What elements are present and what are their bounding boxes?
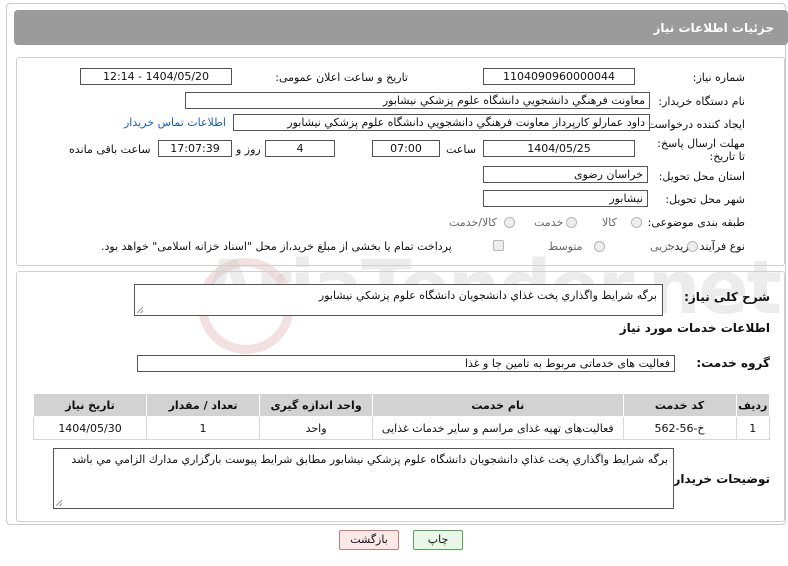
buyer-field[interactable]: معاونت فرهنگي دانشجويي دانشگاه علوم پزشك… — [185, 92, 650, 109]
col-service-code: کد خدمت — [622, 393, 737, 417]
summary-text: برگه شرايط واگذاري پخت غذاي دانشجويان دا… — [318, 289, 657, 302]
need-number-label: شماره نیاز: — [692, 71, 745, 84]
buyer-label: نام دستگاه خریدار: — [658, 95, 745, 108]
need-number-field[interactable]: 1104090960000044 — [483, 68, 635, 85]
deadline-time-label: ساعت — [446, 143, 476, 156]
back-button[interactable]: بازگشت — [339, 530, 399, 550]
col-need-date: تاریخ نیاز — [32, 393, 148, 417]
city-label: شهر محل تحویل: — [665, 193, 745, 206]
cell-need-date: 1404/05/30 — [32, 416, 148, 440]
category-goods-radio[interactable] — [631, 217, 642, 228]
announce-label: تاریخ و ساعت اعلان عمومی: — [275, 71, 408, 84]
service-group-label: گروه خدمت: — [696, 356, 770, 370]
resize-handle[interactable] — [137, 307, 143, 313]
category-both-radio[interactable] — [504, 217, 515, 228]
service-group-field[interactable]: فعالیت های خدماتی مربوط به تامین جا و غذ… — [137, 355, 675, 372]
process-medium-label: متوسط — [548, 240, 583, 253]
category-service-label: خدمت — [534, 216, 564, 229]
col-service-name: نام خدمت — [372, 393, 624, 417]
page-title: جزئیات اطلاعات نیاز — [653, 21, 774, 35]
col-unit: واحد اندازه گیری — [259, 393, 374, 417]
treasury-payment-note: پرداخت تمام یا بخشی از مبلغ خرید،از محل … — [101, 240, 452, 253]
city-field[interactable]: نيشابور — [483, 190, 648, 207]
deadline-date-field[interactable]: 1404/05/25 — [483, 140, 635, 157]
table-row[interactable]: 1 خ-56-562 فعالیت‌های تهیه غذای مراسم و … — [32, 416, 771, 440]
province-label: استان محل تحویل: — [658, 170, 745, 183]
treasury-payment-checkbox[interactable] — [493, 240, 504, 251]
creator-label: ایجاد کننده درخواست: — [643, 118, 745, 131]
announce-datetime-field[interactable]: 1404/05/20 - 12:14 — [80, 68, 232, 85]
cell-row-number: 1 — [735, 416, 771, 440]
category-service-radio[interactable] — [566, 217, 577, 228]
buyer-contact-link[interactable]: اطلاعات تماس خریدار — [124, 116, 226, 129]
creator-field[interactable]: داود عمارلو كارپرداز معاونت فرهنگي دانشج… — [233, 114, 650, 131]
province-field[interactable]: خراسان رضوی — [483, 166, 648, 183]
services-heading: اطلاعات خدمات مورد نیاز — [619, 321, 770, 335]
process-label: نوع فرآیند خرید : — [667, 240, 745, 253]
summary-textarea[interactable]: برگه شرايط واگذاري پخت غذاي دانشجويان دا… — [134, 284, 663, 316]
remaining-label: ساعت باقی مانده — [69, 143, 151, 156]
deadline-label: مهلت ارسال پاسخ: تا تاریخ: — [657, 137, 745, 163]
buyer-notes-label: توضیحات خریدار: — [668, 472, 770, 486]
category-label: طبقه بندی موضوعی: — [647, 216, 745, 229]
buyer-notes-textarea[interactable]: برگه شرايط واگذاري پخت غذاي دانشجويان دا… — [53, 448, 674, 509]
col-quantity: تعداد / مقدار — [146, 393, 261, 417]
deadline-time-field[interactable]: 07:00 — [372, 140, 440, 157]
process-medium-radio[interactable] — [594, 241, 605, 252]
page-header: جزئیات اطلاعات نیاز — [14, 10, 788, 45]
col-row-number: ردیف — [735, 393, 771, 417]
remaining-days-field[interactable]: 4 — [265, 140, 335, 157]
cell-service-code: خ-56-562 — [622, 416, 737, 440]
remaining-time-field[interactable]: 17:07:39 — [158, 140, 232, 157]
cell-unit: واحد — [259, 416, 374, 440]
category-both-label: کالا/خدمت — [449, 216, 497, 229]
buyer-notes-text: برگه شرايط واگذاري پخت غذاي دانشجويان دا… — [71, 453, 668, 466]
print-button[interactable]: چاپ — [413, 530, 463, 550]
services-table: ردیف کد خدمت نام خدمت واحد اندازه گیری ت… — [32, 393, 771, 440]
days-label: روز و — [236, 143, 261, 156]
resize-handle[interactable] — [56, 500, 62, 506]
category-goods-label: کالا — [602, 216, 617, 229]
table-header-row: ردیف کد خدمت نام خدمت واحد اندازه گیری ت… — [32, 393, 771, 417]
cell-service-name: فعالیت‌های تهیه غذای مراسم و سایر خدمات … — [372, 416, 624, 440]
process-minor-label: جزیی — [650, 240, 676, 253]
cell-quantity: 1 — [146, 416, 261, 440]
process-minor-radio[interactable] — [687, 241, 698, 252]
summary-label: شرح کلی نیاز: — [684, 290, 770, 304]
